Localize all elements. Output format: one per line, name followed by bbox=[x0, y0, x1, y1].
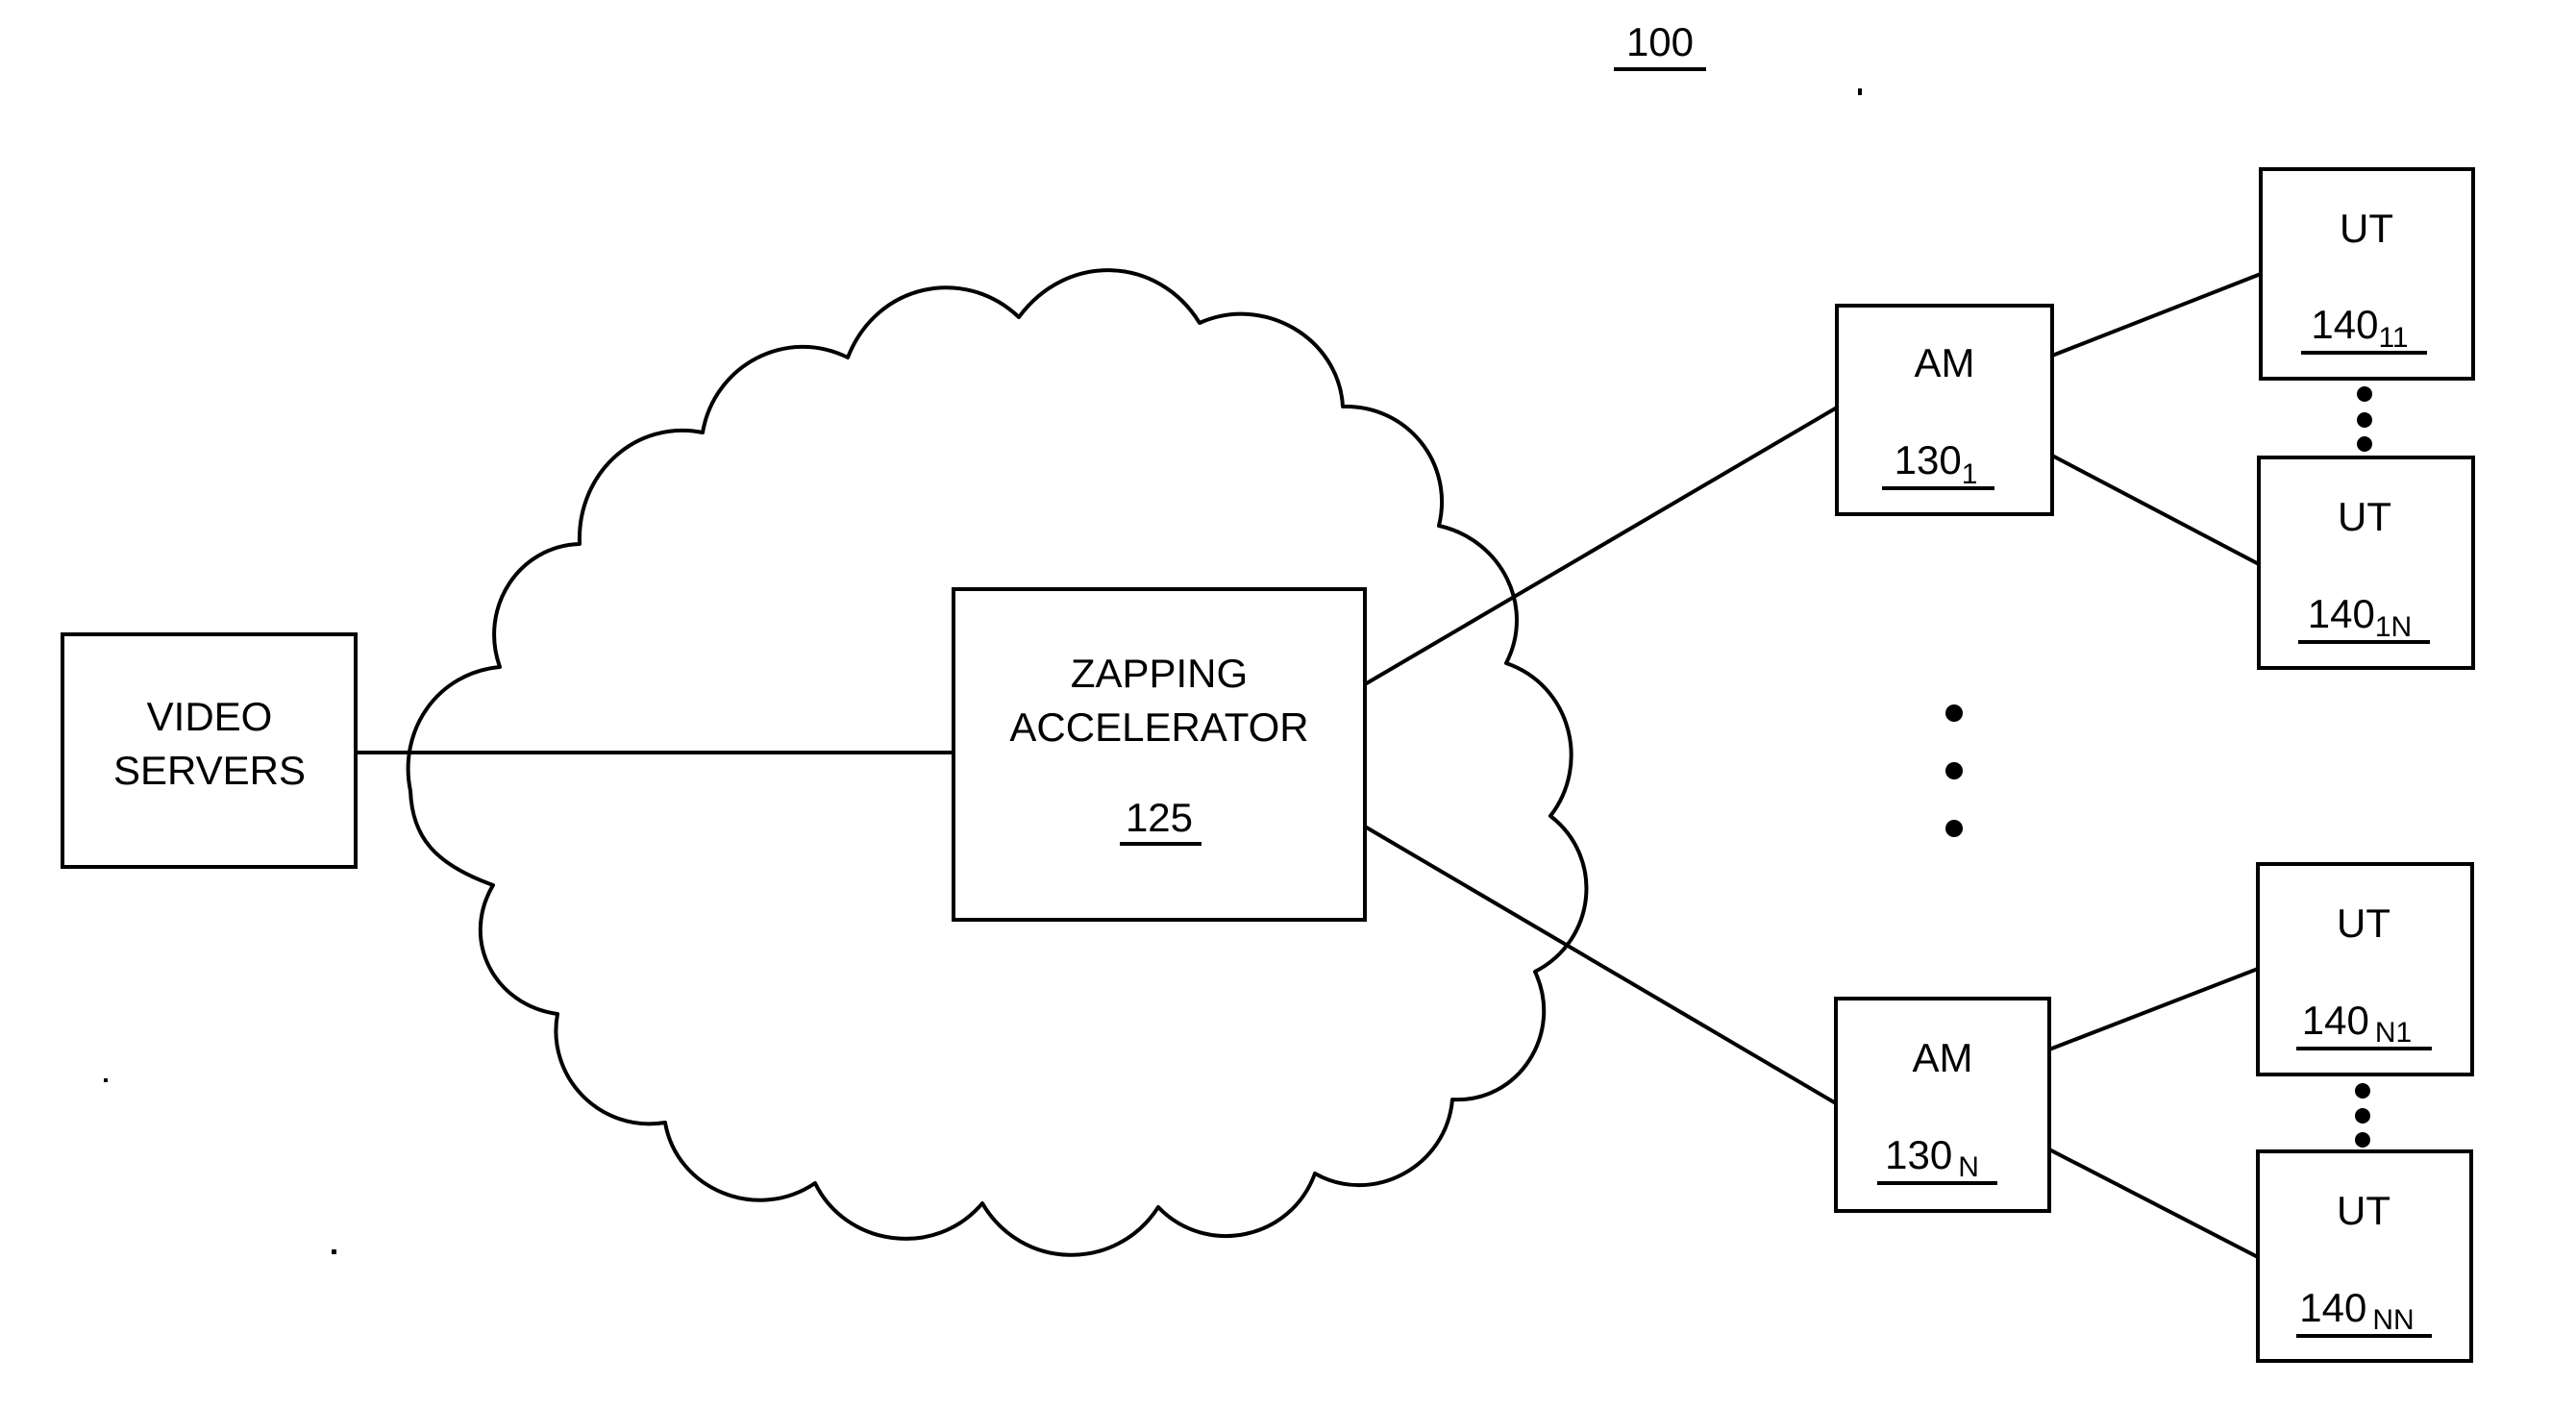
am-n-box[interactable] bbox=[1834, 997, 2051, 1213]
ut-1n-ref-number: 140 bbox=[2308, 591, 2375, 636]
video-servers-label-line2: SERVERS bbox=[113, 748, 306, 793]
figure-number-text: 100 bbox=[1626, 19, 1694, 64]
ellipsis-ut-group-n bbox=[2355, 1083, 2370, 1148]
am-1-ref-subscript: 1 bbox=[1962, 458, 1978, 490]
ellipsis-dot bbox=[1945, 704, 1963, 722]
ut-11-ref-subscript: 11 bbox=[2378, 322, 2408, 354]
ellipsis-dot bbox=[2357, 386, 2372, 402]
node-zapping-accelerator[interactable]: ZAPPING ACCELERATOR 125 bbox=[952, 587, 1367, 922]
zapping-accelerator-label-line1: ZAPPING bbox=[1071, 651, 1248, 696]
zapping-accelerator-box[interactable] bbox=[952, 587, 1367, 922]
node-ut-n1[interactable]: UT 140 N1 bbox=[2256, 862, 2474, 1076]
am-n-ref-subscript: N bbox=[1958, 1151, 1979, 1183]
ut-1n-ref-subscript: 1N bbox=[2375, 611, 2412, 643]
ellipsis-am-groups bbox=[1945, 704, 1963, 837]
am-1-label: AM bbox=[1915, 340, 1975, 385]
ellipsis-ut-group-1 bbox=[2357, 386, 2372, 452]
scan-speck bbox=[104, 1078, 108, 1082]
ellipsis-dot bbox=[1945, 820, 1963, 837]
ut-nn-ref-subscript: NN bbox=[2372, 1304, 2414, 1336]
figure-number: 100 bbox=[1614, 19, 1706, 71]
ut-n1-label: UT bbox=[2337, 901, 2390, 946]
ut-n1-ref-number: 140 bbox=[2302, 998, 2369, 1043]
ellipsis-dot bbox=[1945, 762, 1963, 779]
link-am-n-to-ut-nn bbox=[2048, 1148, 2259, 1259]
link-am-n-to-ut-n1 bbox=[2048, 967, 2259, 1051]
node-am-1[interactable]: AM 1301 bbox=[1835, 304, 2054, 516]
node-ut-nn[interactable]: UT 140 NN bbox=[2256, 1149, 2473, 1363]
ut-1n-box[interactable] bbox=[2257, 456, 2475, 670]
scan-speck bbox=[1858, 88, 1862, 95]
ellipsis-dot bbox=[2355, 1083, 2370, 1099]
node-ut-11[interactable]: UT 14011 bbox=[2259, 167, 2475, 381]
am-n-ref-number: 130 bbox=[1885, 1132, 1952, 1177]
ellipsis-dot bbox=[2355, 1132, 2370, 1148]
zapping-accelerator-label-line2: ACCELERATOR bbox=[1009, 704, 1308, 750]
node-ut-1n[interactable]: UT 1401N bbox=[2257, 456, 2475, 670]
figure-diagram: VIDEO SERVERS ZAPPING ACCELERATOR 125 AM… bbox=[61, 19, 2475, 1363]
node-am-n[interactable]: AM 130 N bbox=[1834, 997, 2051, 1213]
ellipsis-dot bbox=[2355, 1108, 2370, 1124]
ut-1n-label: UT bbox=[2338, 494, 2391, 539]
am-1-box[interactable] bbox=[1835, 304, 2054, 516]
scan-speck bbox=[332, 1249, 336, 1254]
ut-n1-ref-subscript: N1 bbox=[2375, 1017, 2412, 1049]
am-1-ref-number: 130 bbox=[1895, 437, 1962, 482]
zapping-accelerator-ref: 125 bbox=[1126, 795, 1193, 840]
node-video-servers[interactable]: VIDEO SERVERS bbox=[61, 632, 358, 869]
ut-11-ref-number: 140 bbox=[2311, 302, 2378, 347]
ut-nn-label: UT bbox=[2337, 1188, 2390, 1233]
ut-11-label: UT bbox=[2340, 206, 2393, 251]
ellipsis-dot bbox=[2357, 436, 2372, 452]
ut-n1-box[interactable] bbox=[2256, 862, 2474, 1076]
am-n-label: AM bbox=[1913, 1035, 1973, 1080]
video-servers-label-line1: VIDEO bbox=[147, 694, 273, 739]
ut-11-box[interactable] bbox=[2259, 167, 2475, 381]
ut-nn-ref-number: 140 bbox=[2299, 1285, 2366, 1330]
link-am-1-to-ut-1n bbox=[2051, 454, 2260, 566]
figure-canvas: VIDEO SERVERS ZAPPING ACCELERATOR 125 AM… bbox=[0, 0, 2576, 1408]
link-am-1-to-ut-11 bbox=[2051, 272, 2262, 358]
ellipsis-dot bbox=[2357, 412, 2372, 428]
